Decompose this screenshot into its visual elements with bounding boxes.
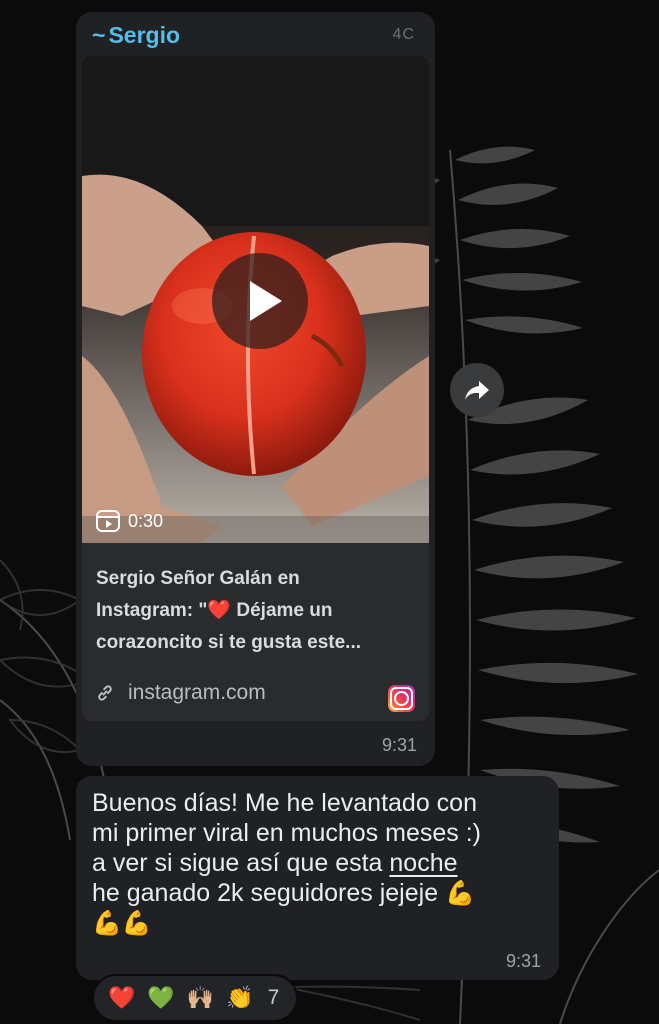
message-line-2: mi primer viral en muchos meses :)	[92, 819, 481, 847]
reaction-raised-hands: 🙌🏼	[186, 985, 215, 1010]
heart-emoji: ❤️	[207, 600, 232, 621]
reaction-count: 7	[267, 986, 280, 1009]
message-line-1: Buenos días! Me he levantado con	[92, 789, 477, 817]
message-timestamp: 9:31	[505, 951, 541, 971]
muscle-emoji: 💪	[445, 880, 475, 907]
message-text: Buenos días! Me he levantado con mi prim…	[92, 788, 547, 938]
play-button[interactable]	[212, 253, 308, 349]
link-preview[interactable]: Sergio Señor Galán en Instagram: "❤️ Déj…	[82, 543, 429, 721]
preview-title-line-1: Sergio Señor Galán en	[96, 568, 300, 589]
link-icon	[98, 685, 112, 701]
preview-title-line-2: Instagram: "❤️ Déjame un	[96, 595, 416, 627]
message-line-4: he ganado 2k seguidores jejeje 💪	[92, 878, 547, 908]
muscle-emoji: 💪	[121, 910, 152, 937]
preview-title-line-2-end: Déjame un	[231, 600, 333, 621]
muscle-emoji: 💪	[92, 910, 122, 937]
reaction-red-heart: ❤️	[108, 985, 136, 1010]
sender-phone-fragment: 4C	[392, 26, 415, 43]
reel-icon	[96, 510, 120, 532]
forward-icon	[465, 381, 489, 400]
link-preview-title: Sergio Señor Galán en Instagram: "❤️ Déj…	[96, 563, 416, 659]
video-duration-label: 0:30	[128, 510, 164, 531]
link-message-bubble[interactable]: ~ Sergio 4C 0:30 Sergio Señor Galán en I…	[76, 12, 435, 766]
reaction-clapping-hands: 👏	[226, 985, 254, 1010]
message-line-3: a ver si sigue así que esta noche	[92, 848, 547, 878]
play-icon	[250, 281, 282, 321]
instagram-icon	[388, 685, 415, 712]
forward-button[interactable]	[450, 363, 504, 417]
message-underlined-word[interactable]: noche	[389, 849, 457, 877]
reaction-green-heart: 💚	[147, 985, 175, 1010]
message-line-5: 💪💪	[92, 908, 547, 938]
preview-title-line-2-start: Instagram: "	[96, 600, 208, 621]
message-timestamp: 9:31	[381, 735, 417, 755]
text-message-bubble[interactable]: Buenos días! Me he levantado con mi prim…	[76, 776, 559, 980]
link-domain: instagram.com	[128, 681, 266, 704]
message-line-3-text: a ver si sigue así que esta	[92, 849, 390, 877]
preview-title-line-3: corazoncito si te gusta este...	[96, 632, 362, 653]
sender-prefix: ~	[92, 22, 106, 48]
message-line-4-text: he ganado 2k seguidores jejeje	[92, 879, 446, 907]
video-thumbnail[interactable]: 0:30	[82, 56, 429, 543]
video-duration: 0:30	[96, 510, 163, 532]
reactions-bar[interactable]: ❤️ 💚 🙌🏼 👏 7	[92, 974, 298, 1022]
link-domain-row[interactable]: instagram.com	[96, 681, 266, 705]
sender-name[interactable]: ~ Sergio	[92, 22, 180, 49]
sender-label: Sergio	[108, 22, 181, 48]
